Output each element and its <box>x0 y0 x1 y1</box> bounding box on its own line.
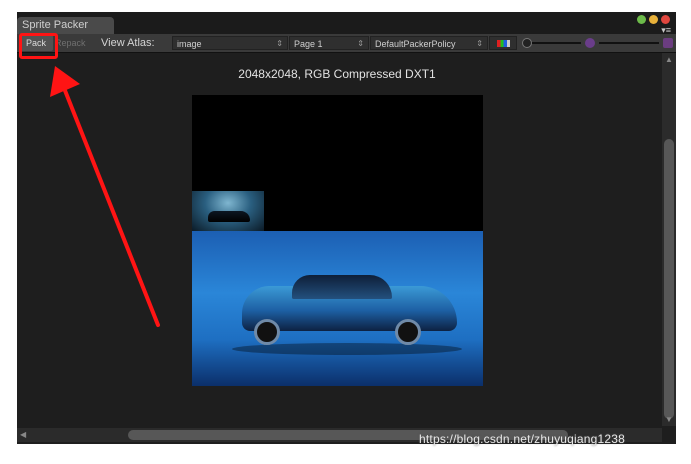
vertical-scrollbar[interactable]: ▲ ▼ <box>662 53 676 426</box>
car-wheel-front <box>254 319 280 345</box>
scroll-up-icon[interactable]: ▲ <box>665 55 673 64</box>
alpha-toggle-icon[interactable] <box>663 38 673 48</box>
car-cockpit <box>292 275 392 299</box>
zoom-slider-handle[interactable] <box>522 38 532 48</box>
atlas-dropdown-value: image <box>177 39 202 49</box>
atlas-dropdown[interactable]: image ⇕ <box>172 36 288 50</box>
window-controls <box>637 15 670 24</box>
dropdown-arrow-icon: ⇕ <box>476 39 483 48</box>
close-icon[interactable] <box>661 15 670 24</box>
minimize-icon[interactable] <box>649 15 658 24</box>
atlas-info-caption: 2048x2048, RGB Compressed DXT1 <box>238 67 436 81</box>
car-wheel-rear <box>395 319 421 345</box>
rgb-swatch-icon <box>497 40 510 47</box>
vertical-scroll-thumb[interactable] <box>664 139 674 419</box>
repack-button[interactable]: Repack <box>55 34 86 52</box>
atlas-preview[interactable] <box>192 95 483 386</box>
car-thumbnail-icon <box>208 211 250 222</box>
dropdown-arrow-icon: ⇕ <box>357 39 364 48</box>
maximize-icon[interactable] <box>637 15 646 24</box>
watermark-text: https://blog.csdn.net/zhuyuqiang1238 <box>419 432 626 446</box>
title-bar: Sprite Packer ▾≡ <box>17 12 676 35</box>
page-dropdown-value: Page 1 <box>294 39 323 49</box>
tab-sprite-packer[interactable]: Sprite Packer <box>17 17 114 34</box>
view-atlas-label: View Atlas: <box>101 37 155 49</box>
sprite-small-car[interactable] <box>192 191 264 231</box>
sprite-large-car[interactable] <box>192 231 483 386</box>
window-menu-icon[interactable]: ▾≡ <box>661 26 671 35</box>
sprite-packer-window: Sprite Packer ▾≡ Pack Repack View Atlas:… <box>17 12 676 444</box>
mip-level-icon <box>585 38 595 48</box>
scroll-left-icon[interactable]: ◀ <box>20 430 26 439</box>
packer-policy-dropdown[interactable]: DefaultPackerPolicy ⇕ <box>370 36 488 50</box>
dropdown-arrow-icon: ⇕ <box>276 39 283 48</box>
page-dropdown[interactable]: Page 1 ⇕ <box>289 36 369 50</box>
packer-policy-value: DefaultPackerPolicy <box>375 39 456 49</box>
pack-highlight-box <box>19 33 58 59</box>
toolbar: Pack Repack View Atlas: image ⇕ Page 1 ⇕… <box>17 34 676 53</box>
mip-slider[interactable] <box>599 42 659 44</box>
scroll-down-icon[interactable]: ▼ <box>665 415 673 424</box>
color-channel-button[interactable] <box>489 36 517 50</box>
